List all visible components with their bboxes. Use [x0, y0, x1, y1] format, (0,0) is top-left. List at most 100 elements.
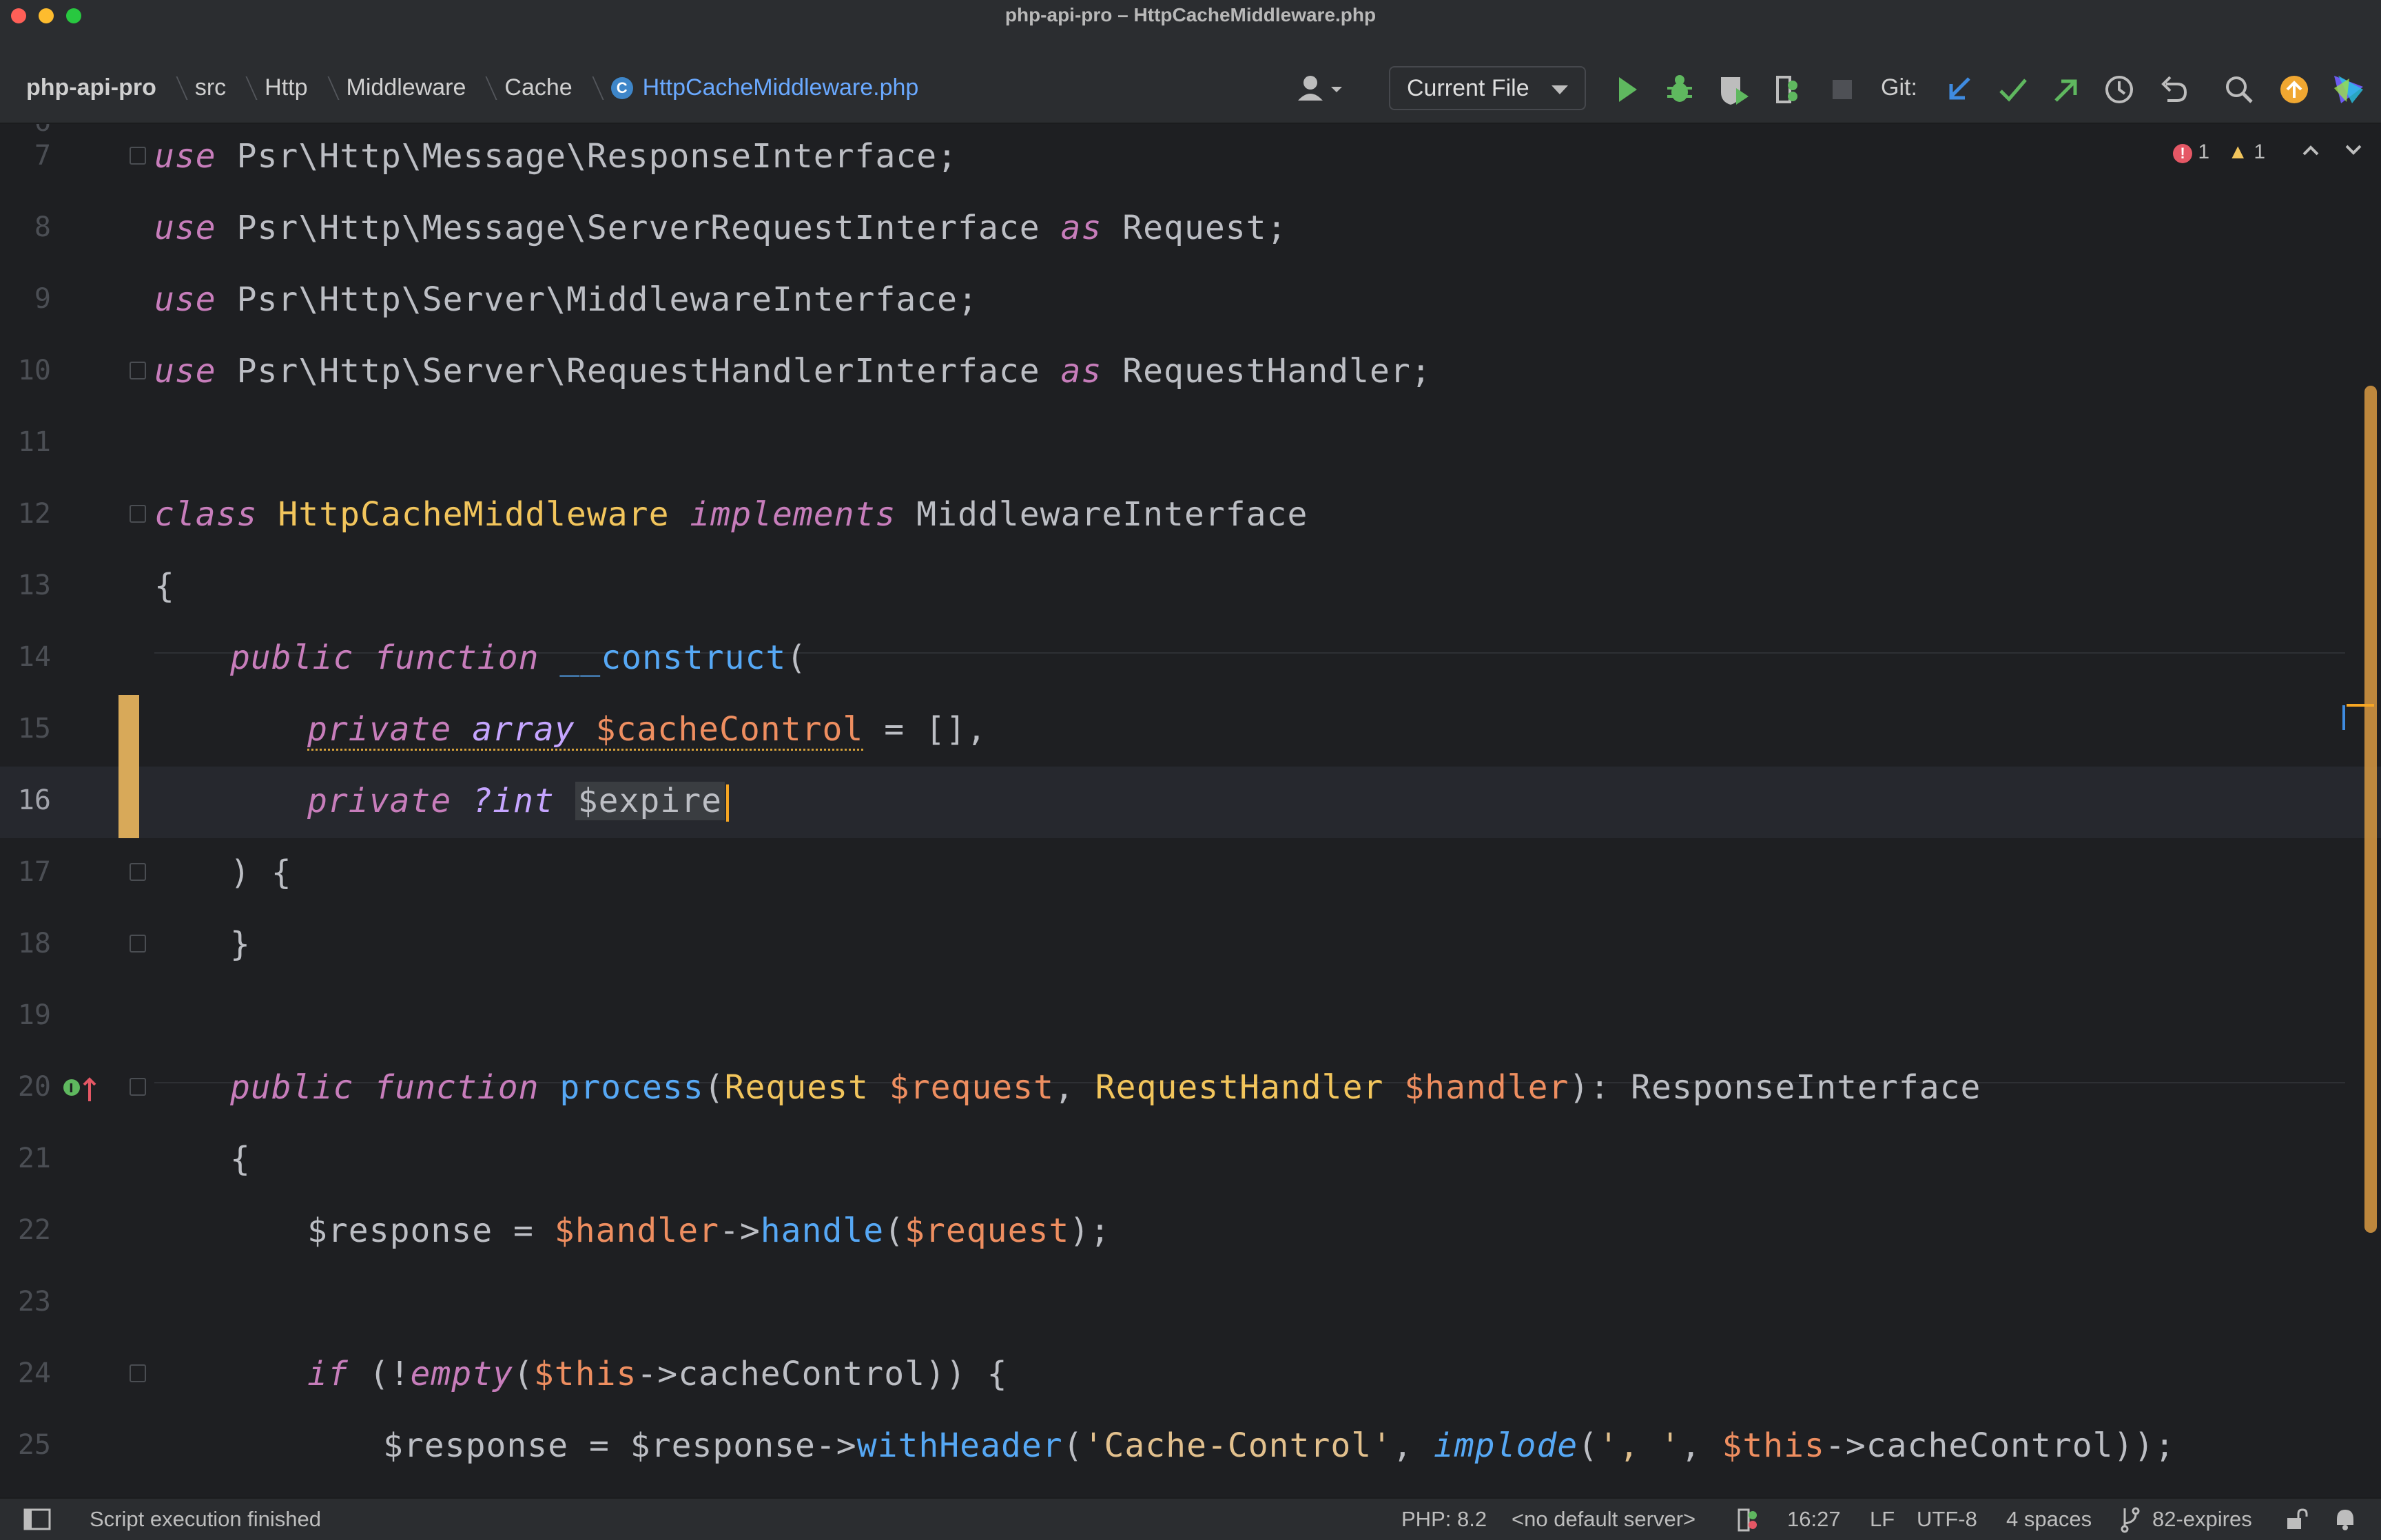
line-number: 19 — [17, 999, 51, 1031]
history-icon[interactable] — [2103, 72, 2136, 107]
git-push-icon[interactable] — [2049, 72, 2082, 107]
error-stripe-marker[interactable] — [2347, 704, 2374, 707]
deployment-server[interactable]: <no default server> — [1512, 1507, 1695, 1532]
line-number: 23 — [17, 1286, 51, 1318]
vcs-modified-marker[interactable] — [118, 695, 139, 767]
ide-logo-icon[interactable] — [2331, 72, 2366, 107]
code-text: class HttpCacheMiddleware implements Mid… — [154, 495, 1308, 534]
line-number: 20 — [17, 1071, 51, 1103]
code-line[interactable]: 14 public function __construct( — [0, 623, 2381, 695]
code-line[interactable]: 21 { — [0, 1125, 2381, 1196]
code-text: use Psr\Http\Server\RequestHandlerInterf… — [154, 352, 1432, 391]
code-line[interactable]: 12 class HttpCacheMiddleware implements … — [0, 480, 2381, 552]
code-line[interactable]: 23 — [0, 1268, 2381, 1340]
git-commit-icon[interactable] — [1997, 72, 2030, 107]
toggle-tool-windows-icon[interactable] — [23, 1508, 51, 1530]
line-number: 16 — [17, 784, 51, 816]
breadcrumb-file[interactable]: HttpCacheMiddleware.php — [643, 74, 919, 101]
vertical-scrollbar[interactable] — [2364, 386, 2377, 1233]
search-icon[interactable] — [2223, 72, 2256, 107]
line-number: 7 — [34, 140, 51, 171]
line-number: 25 — [17, 1429, 51, 1461]
breadcrumb-middleware[interactable]: Middleware — [347, 74, 466, 101]
code-text: $response = $handler->handle($request); — [307, 1211, 1111, 1250]
indent-setting[interactable]: 4 spaces — [2006, 1507, 2092, 1532]
code-line[interactable]: 7 use Psr\Http\Message\ResponseInterface… — [0, 124, 2381, 194]
chevron-right-icon — [470, 76, 497, 100]
profile-icon[interactable] — [1772, 72, 1806, 107]
breadcrumb-http[interactable]: Http — [265, 74, 307, 101]
code-text: use Psr\Http\Server\MiddlewareInterface; — [154, 280, 978, 319]
code-line[interactable]: 8 use Psr\Http\Message\ServerRequestInte… — [0, 194, 2381, 265]
line-number: 15 — [17, 713, 51, 745]
fold-icon[interactable] — [130, 1364, 146, 1382]
run-configuration-label: Current File — [1407, 75, 1529, 101]
notifications-icon[interactable] — [2333, 1507, 2358, 1532]
line-number: 9 — [34, 283, 51, 315]
code-line[interactable]: 18 } — [0, 910, 2381, 981]
code-text: { — [230, 1140, 251, 1178]
code-line[interactable]: 11 — [0, 408, 2381, 480]
code-text: $response = $response->withHeader('Cache… — [383, 1426, 2176, 1465]
code-line[interactable]: 19 — [0, 981, 2381, 1053]
line-number: 21 — [17, 1143, 51, 1174]
window-title: php-api-pro – HttpCacheMiddleware.php — [1004, 4, 1377, 25]
vcs-modified-marker[interactable] — [118, 767, 139, 838]
chevron-right-icon — [577, 76, 604, 100]
caret-position[interactable]: 16:27 — [1787, 1507, 1841, 1532]
run-icon[interactable] — [1614, 72, 1641, 107]
chevron-down-icon — [1552, 85, 1568, 94]
user-account-icon[interactable] — [1292, 72, 1348, 107]
fold-icon[interactable] — [130, 147, 146, 165]
breadcrumb-project[interactable]: php-api-pro — [26, 74, 156, 101]
line-number: 8 — [34, 211, 51, 243]
git-branch-icon[interactable] — [2119, 1506, 2141, 1533]
code-line[interactable]: 20 I public function process(Request $re… — [0, 1053, 2381, 1125]
stop-icon[interactable] — [1830, 72, 1855, 107]
code-line-current[interactable]: 16 private ?int $expire — [0, 767, 2381, 838]
code-line[interactable]: 9 use Psr\Http\Server\MiddlewareInterfac… — [0, 265, 2381, 337]
code-text: use Psr\Http\Message\ResponseInterface; — [154, 137, 958, 176]
fold-icon[interactable] — [130, 863, 146, 881]
fold-icon[interactable] — [130, 505, 146, 523]
code-line[interactable]: 15 private array $cacheControl = [], — [0, 695, 2381, 767]
text-caret — [726, 784, 729, 822]
code-line[interactable]: 17 ) { — [0, 838, 2381, 910]
fold-icon[interactable] — [130, 362, 146, 379]
code-line[interactable]: 24 if (!empty($this->cacheControl)) { — [0, 1340, 2381, 1411]
code-line[interactable]: 13 { — [0, 552, 2381, 623]
breadcrumb-cache[interactable]: Cache — [504, 74, 572, 101]
update-available-icon[interactable] — [2278, 72, 2311, 107]
code-line[interactable]: 22 $response = $handler->handle($request… — [0, 1196, 2381, 1268]
fold-icon[interactable] — [130, 935, 146, 953]
git-branch[interactable]: 82-expires — [2152, 1507, 2252, 1532]
line-ending[interactable]: LF — [1870, 1507, 1895, 1532]
status-message: Script execution finished — [90, 1507, 322, 1531]
run-configuration-dropdown[interactable]: Current File — [1389, 66, 1586, 110]
code-text: private ?int $expire — [307, 782, 729, 822]
implements-method-icon[interactable]: I — [61, 1074, 99, 1104]
run-with-coverage-icon[interactable] — [1717, 72, 1751, 107]
code-text: if (!empty($this->cacheControl)) { — [307, 1355, 1008, 1393]
svg-text:I: I — [69, 1081, 74, 1096]
line-number: 14 — [17, 641, 51, 673]
fold-icon[interactable] — [130, 1078, 146, 1096]
unlock-icon[interactable] — [2285, 1507, 2309, 1532]
code-line[interactable]: 25 $response = $response->withHeader('Ca… — [0, 1411, 2381, 1483]
breadcrumb-src[interactable]: src — [195, 74, 226, 101]
php-version[interactable]: PHP: 8.2 — [1401, 1507, 1487, 1532]
line-number: 11 — [17, 426, 51, 458]
error-stripe-marker[interactable] — [2342, 705, 2345, 730]
debug-icon[interactable] — [1663, 72, 1696, 107]
code-editor[interactable]: ! 1 ▲ 1 6 7 use Psr\Http\Message\Respons… — [0, 124, 2381, 1497]
breadcrumb: php-api-pro src Http Middleware Cache C … — [26, 74, 918, 101]
code-text: use Psr\Http\Message\ServerRequestInterf… — [154, 209, 1288, 247]
line-number: 18 — [17, 928, 51, 959]
git-update-icon[interactable] — [1943, 72, 1976, 107]
line-number: 17 — [17, 856, 51, 888]
profiler-status-icon[interactable] — [1735, 1506, 1762, 1533]
line-number: 22 — [17, 1214, 51, 1246]
code-line[interactable]: 10 use Psr\Http\Server\RequestHandlerInt… — [0, 337, 2381, 408]
rollback-icon[interactable] — [2156, 72, 2189, 107]
file-encoding[interactable]: UTF-8 — [1917, 1507, 1977, 1532]
